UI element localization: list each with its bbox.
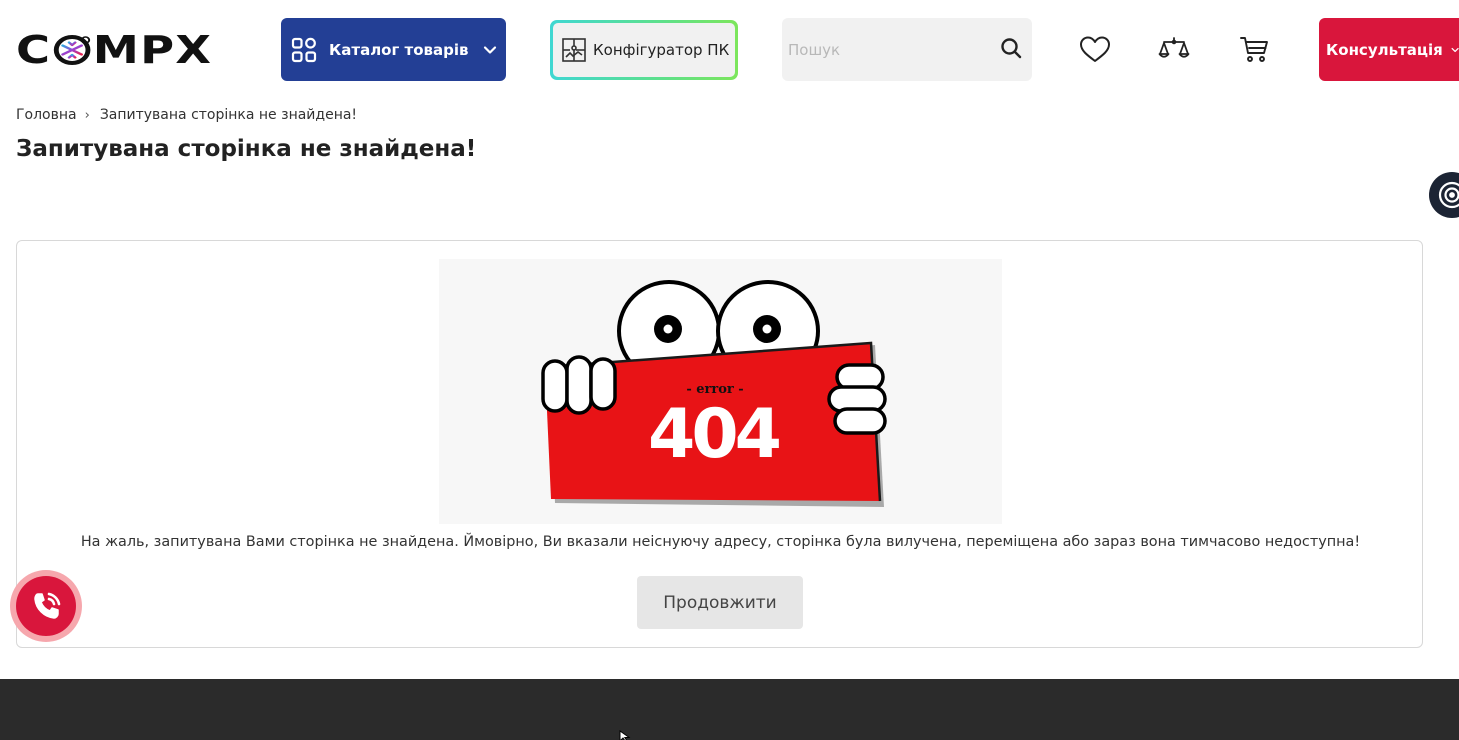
grid-icon bbox=[291, 37, 317, 62]
pc-configurator-inner: Конфігуратор ПК bbox=[553, 23, 735, 77]
not-found-card: - error - 404 На жаль, запитувана Вами с… bbox=[16, 240, 1423, 648]
callback-button-inner bbox=[16, 576, 76, 636]
search-box bbox=[782, 18, 1032, 81]
logo[interactable]: C MPX bbox=[16, 28, 234, 72]
pc-configurator-button[interactable]: Конфігуратор ПК bbox=[550, 20, 738, 80]
error-404-illustration: - error - 404 bbox=[439, 259, 1002, 524]
breadcrumb-home-link[interactable]: Головна bbox=[16, 107, 77, 123]
puzzle-icon bbox=[562, 38, 586, 62]
chevron-down-icon bbox=[483, 45, 497, 54]
site-footer bbox=[0, 679, 1459, 740]
logo-letters-mpx: MPX bbox=[92, 28, 213, 72]
continue-button[interactable]: Продовжити bbox=[637, 576, 803, 629]
heart-icon[interactable] bbox=[1079, 34, 1111, 66]
callback-button[interactable] bbox=[10, 570, 82, 642]
mouse-cursor-icon bbox=[619, 730, 631, 740]
scales-icon[interactable] bbox=[1158, 34, 1190, 66]
search-input[interactable] bbox=[788, 40, 988, 59]
phone-icon bbox=[34, 592, 61, 619]
site-header: C MPX Каталог товарів Конфігуратор ПК По… bbox=[0, 0, 1459, 96]
snowflake-logo-icon bbox=[53, 35, 91, 65]
page-title: Запитувана сторінка не знайдена! bbox=[16, 136, 477, 162]
chevron-down-icon bbox=[1451, 47, 1459, 52]
error-404-graphic: - error - 404 bbox=[541, 280, 887, 507]
pc-configurator-label: Конфігуратор ПК bbox=[593, 41, 730, 59]
logo-letter-c: C bbox=[16, 28, 52, 72]
breadcrumb: Головна › Запитувана сторінка не знайден… bbox=[16, 107, 357, 123]
not-found-message: На жаль, запитувана Вами сторінка не зна… bbox=[80, 534, 1361, 550]
consultation-button[interactable]: Консультація bbox=[1319, 18, 1459, 81]
accessibility-icon bbox=[1438, 181, 1459, 209]
breadcrumb-separator: › bbox=[84, 107, 90, 123]
catalog-button[interactable]: Каталог товарів bbox=[281, 18, 506, 81]
catalog-label: Каталог товарів bbox=[329, 40, 469, 59]
cart-icon[interactable] bbox=[1239, 34, 1271, 66]
search-icon[interactable] bbox=[1000, 37, 1022, 59]
consultation-label: Консультація bbox=[1326, 40, 1443, 59]
breadcrumb-current: Запитувана сторінка не знайдена! bbox=[99, 107, 358, 123]
logo-wordmark: C MPX bbox=[16, 31, 212, 69]
accessibility-button[interactable] bbox=[1429, 172, 1459, 218]
error-code-label: 404 bbox=[648, 395, 780, 474]
